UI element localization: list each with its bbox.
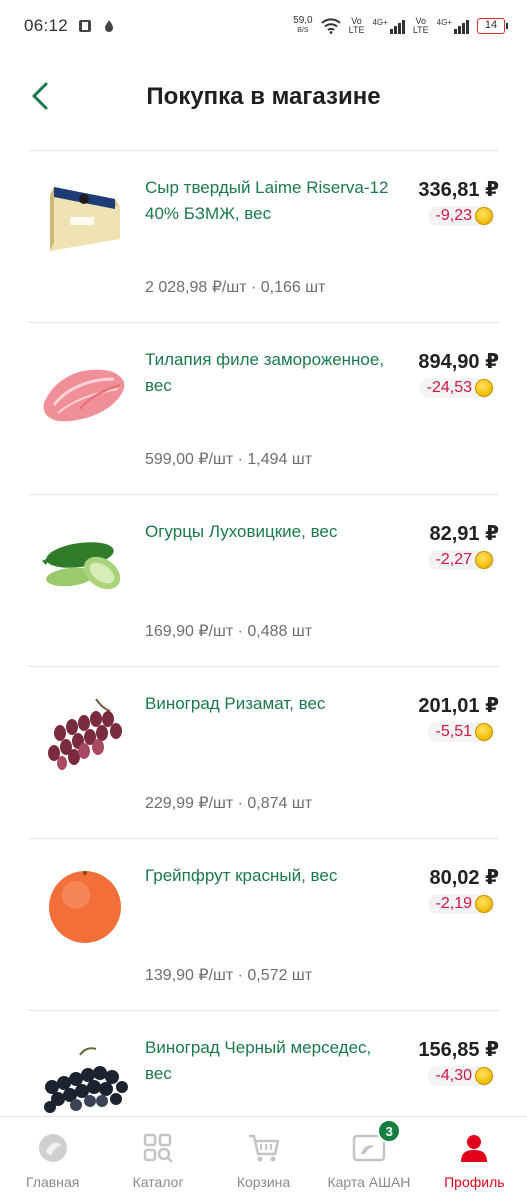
item-price: 894,90 ₽ — [418, 351, 499, 373]
nav-catalog[interactable]: Каталог — [105, 1117, 210, 1200]
purchase-list: Сыр твердый Laime Riserva-12 40% БЗМЖ, в… — [28, 150, 499, 1182]
signal-icon-1: 4G+ — [372, 18, 405, 34]
grapefruit-icon — [49, 871, 121, 943]
nav-profile[interactable]: Профиль — [422, 1117, 527, 1200]
card-count-badge: 3 — [377, 1119, 402, 1143]
bonus-value: -2,27 — [435, 551, 472, 568]
nav-home-label: Главная — [26, 1174, 80, 1190]
nav-auchan-card[interactable]: 3 Карта АШАН — [316, 1117, 421, 1200]
item-unit-price: 2 028,98 ₽/шт · 0,166 шт — [145, 279, 326, 296]
wifi-icon — [320, 18, 341, 34]
fish-fillet-icon — [43, 369, 125, 422]
cheese-icon — [50, 187, 120, 251]
page-header: Покупка в магазине — [0, 62, 527, 132]
list-item[interactable]: Виноград Ризамат, вес 201,01 ₽ -5,51 229… — [28, 666, 499, 838]
coin-icon — [475, 207, 493, 225]
status-bar: 06:12 59,0 B/S Vo LTE 4G+ Vo LTE 4G+ 14 — [0, 0, 527, 52]
net-speed: 59,0 B/S — [293, 16, 312, 36]
coin-icon — [475, 379, 493, 397]
item-unit-price: 229,99 ₽/шт · 0,874 шт — [145, 795, 313, 812]
nav-cart[interactable]: Корзина — [211, 1117, 316, 1200]
net-speed-value: 59,0 — [293, 15, 313, 26]
page-title: Покупка в магазине — [146, 83, 381, 110]
cart-icon — [247, 1131, 281, 1165]
black-grapes-icon — [44, 1047, 128, 1113]
coin-icon — [475, 895, 493, 913]
item-name: Виноград Черный мерседес, вес — [145, 1038, 372, 1083]
bonus-badge: -5,51 — [427, 722, 495, 742]
battery-icon: 14 — [477, 18, 508, 34]
cucumber-icon — [42, 542, 121, 590]
item-unit-price: 139,90 ₽/шт · 0,572 шт — [145, 967, 313, 984]
list-item[interactable]: Грейпфрут красный, вес 80,02 ₽ -2,19 139… — [28, 838, 499, 1010]
list-item[interactable]: Тилапия филе замороженное, вес 894,90 ₽ … — [28, 322, 499, 494]
bottom-nav: Главная Каталог Корзина 3 Карта АШАН Про… — [0, 1116, 527, 1200]
item-name: Грейпфрут красный, вес — [145, 866, 338, 885]
volte-1-bottom: LTE — [348, 25, 365, 35]
bonus-badge: -9,23 — [427, 206, 495, 226]
item-price: 82,91 ₽ — [429, 523, 499, 545]
bonus-value: -24,53 — [426, 379, 472, 396]
catalog-search-icon — [141, 1131, 175, 1165]
bonus-badge: -4,30 — [427, 1066, 495, 1086]
item-unit-price: 599,00 ₽/шт · 1,494 шт — [145, 451, 313, 468]
coin-icon — [475, 723, 493, 741]
nav-home[interactable]: Главная — [0, 1117, 105, 1200]
item-name: Сыр твердый Laime Riserva-12 40% БЗМЖ, в… — [145, 178, 389, 223]
bird-logo-icon — [36, 1131, 70, 1165]
nav-card-label: Карта АШАН — [327, 1174, 411, 1190]
item-name: Тилапия филе замороженное, вес — [145, 350, 385, 395]
item-price: 80,02 ₽ — [429, 867, 499, 889]
item-name: Виноград Ризамат, вес — [145, 694, 326, 713]
bonus-badge: -2,19 — [427, 894, 495, 914]
bonus-value: -4,30 — [435, 1067, 472, 1084]
back-button[interactable] — [22, 78, 58, 114]
status-time: 06:12 — [24, 16, 69, 35]
volte-indicator-1: Vo LTE — [349, 17, 365, 35]
bonus-value: -9,23 — [435, 207, 472, 224]
bonus-badge: -2,27 — [427, 550, 495, 570]
item-name: Огурцы Луховицкие, вес — [145, 522, 338, 541]
item-price: 336,81 ₽ — [418, 179, 499, 201]
bonus-value: -2,19 — [435, 895, 472, 912]
notification-app-icon — [79, 20, 92, 32]
bonus-value: -5,51 — [435, 723, 472, 740]
profile-icon — [457, 1131, 491, 1165]
volte-indicator-2: Vo LTE — [413, 17, 429, 35]
nav-catalog-label: Каталог — [132, 1174, 184, 1190]
nav-profile-label: Профиль — [444, 1174, 505, 1190]
nav-cart-label: Корзина — [236, 1174, 291, 1190]
signal-1-label: 4G+ — [372, 18, 388, 27]
bonus-badge: -24,53 — [418, 378, 495, 398]
item-unit-price: 169,90 ₽/шт · 0,488 шт — [145, 623, 313, 640]
list-item[interactable]: Огурцы Луховицкие, вес 82,91 ₽ -2,27 169… — [28, 494, 499, 666]
item-price: 201,01 ₽ — [418, 695, 499, 717]
signal-icon-2: 4G+ — [437, 18, 469, 34]
signal-2-label: 4G+ — [436, 18, 452, 27]
chevron-left-icon — [32, 82, 48, 110]
list-item[interactable]: Сыр твердый Laime Riserva-12 40% БЗМЖ, в… — [28, 150, 499, 322]
coin-icon — [475, 1067, 493, 1085]
item-price: 156,85 ₽ — [418, 1039, 499, 1061]
volte-2-bottom: LTE — [412, 25, 429, 35]
flame-icon — [105, 20, 114, 32]
red-grapes-icon — [48, 698, 122, 770]
net-speed-unit: B/S — [297, 27, 309, 34]
coin-icon — [475, 551, 493, 569]
